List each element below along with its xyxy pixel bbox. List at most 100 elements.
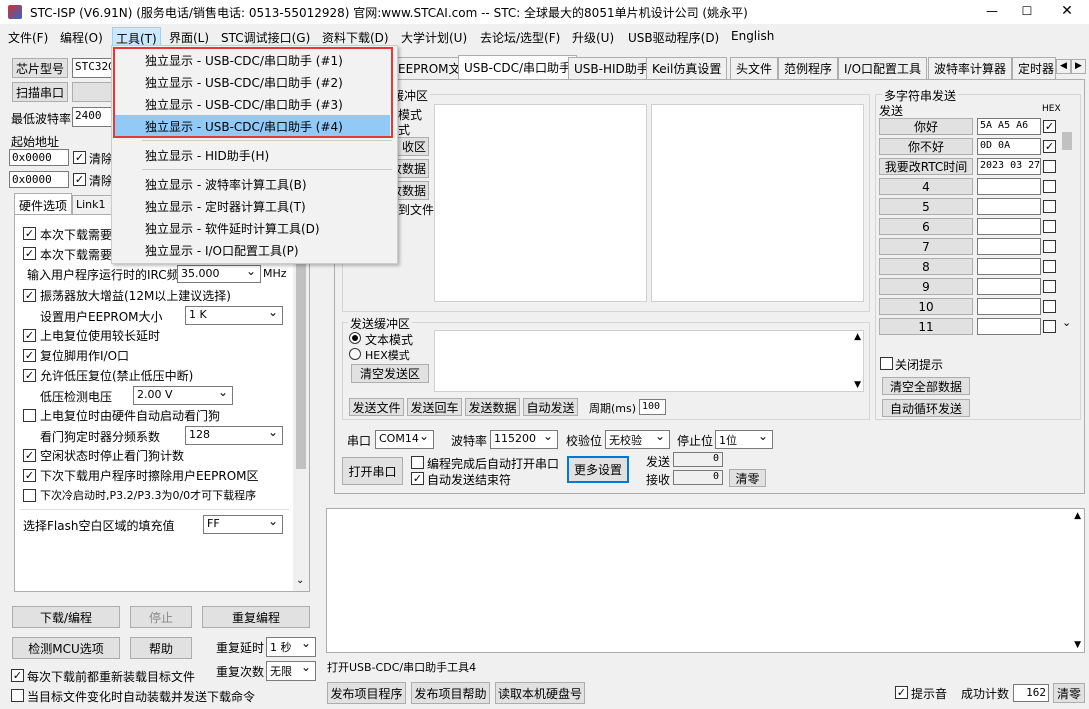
send-enter-button[interactable]: 发送回车 [407,398,462,416]
clear-recv-button[interactable]: 收区 [395,137,429,156]
multi-send-input-2[interactable]: 0D 0A [977,138,1041,155]
multi-send-input-4[interactable] [977,178,1041,195]
multi-send-button-6[interactable]: 6 [879,218,973,235]
menu-download[interactable]: 资料下载(D) [322,29,389,46]
reprogram-button[interactable]: 重复编程 [202,606,310,628]
opt1-checkbox[interactable] [23,227,36,240]
publish-help-button[interactable]: 发布项目帮助 [411,682,490,704]
lvr-checkbox[interactable] [23,369,36,382]
multi-hex-checkbox-1[interactable] [1043,120,1056,133]
multi-send-input-7[interactable] [977,238,1041,255]
multi-hex-checkbox-10[interactable] [1043,300,1056,313]
send-file-button[interactable]: 发送文件 [349,398,404,416]
success-clear-button[interactable]: 清零 [1053,683,1085,703]
irc-select[interactable]: 35.000 [177,265,261,283]
maximize-icon[interactable]: ☐ [1007,0,1047,24]
help-button[interactable]: 帮助 [130,637,192,659]
minimize-icon[interactable]: — [972,0,1012,24]
hw-tab[interactable]: 硬件选项 [14,193,72,215]
send-scroll-up-icon[interactable]: ▲ [854,332,861,342]
chip-model-button[interactable]: 芯片型号 [12,58,68,78]
tab-keil[interactable]: Keil仿真设置 [646,57,728,79]
recv-hex-area[interactable] [651,104,864,302]
download-button[interactable]: 下载/编程 [12,606,120,628]
multi-send-input-6[interactable] [977,218,1041,235]
tab-usb-cdc[interactable]: USB-CDC/串口助手 [458,55,578,79]
clear-send-button[interactable]: 清空发送区 [351,364,429,383]
osc-checkbox[interactable] [23,289,36,302]
multi-hex-checkbox-4[interactable] [1043,180,1056,193]
menu-item-baud-calc[interactable]: 独立显示 - 波特率计算工具(B) [112,173,397,195]
scroll-down-icon[interactable]: ⌄ [296,575,304,586]
menu-forum[interactable]: 去论坛/选型(F) [480,29,560,46]
menu-item-delay-calc[interactable]: 独立显示 - 软件延时计算工具(D) [112,217,397,239]
log-scroll-down-icon[interactable]: ▼ [1074,640,1081,650]
erase-checkbox[interactable] [23,469,36,482]
menu-university[interactable]: 大学计划(U) [401,29,467,46]
text-mode-radio[interactable] [349,332,361,344]
delay-checkbox[interactable] [23,329,36,342]
multi-send-button-1[interactable]: 你好 [879,118,973,135]
multi-send-button-5[interactable]: 5 [879,198,973,215]
idle-wdt-checkbox[interactable] [23,449,36,462]
multi-hex-checkbox-3[interactable] [1043,160,1056,173]
read-disk-button[interactable]: 读取本机硬盘号 [495,682,585,704]
tab-baud-calc[interactable]: 波特率计算器 [928,57,1013,79]
menu-english[interactable]: English [731,29,774,43]
cold-start-checkbox[interactable] [23,489,36,502]
hex-mode-radio[interactable] [349,348,361,360]
start-address-2[interactable]: 0x0000 [9,171,69,188]
stop-bits-select[interactable]: 1位 [715,430,773,449]
wdt-div-select[interactable]: 128 [185,426,283,445]
menu-debug[interactable]: STC调试接口(G) [221,29,310,46]
save-recv-button[interactable]: 收数据 [395,159,429,178]
tab-usb-hid[interactable]: USB-HID助手 [568,57,655,79]
tab-scroll-right-icon[interactable]: ▶ [1071,59,1086,74]
close-tip-checkbox[interactable] [880,357,893,370]
auto-open-checkbox[interactable] [411,456,424,469]
auto-end-checkbox[interactable] [411,472,424,485]
auto-send-button[interactable]: 自动发送 [523,398,578,416]
port-select[interactable]: COM14 [375,430,434,449]
multi-send-button-7[interactable]: 7 [879,238,973,255]
auto-loop-button[interactable]: 自动循环发送 [882,399,970,417]
multi-hex-checkbox-9[interactable] [1043,280,1056,293]
send-text-area[interactable]: ▲ ▼ [434,330,864,392]
stop-button[interactable]: 停止 [130,606,192,628]
close-icon[interactable]: ✕ [1047,0,1087,24]
clear-count-button[interactable]: 清零 [729,469,766,487]
multi-scrollbar[interactable]: ⌄ [1060,116,1074,334]
eeprom-select[interactable]: 1 K [185,306,283,325]
open-port-button[interactable]: 打开串口 [342,457,403,485]
multi-send-input-9[interactable] [977,278,1041,295]
multi-send-input-5[interactable] [977,198,1041,215]
clear-all-button[interactable]: 清空全部数据 [882,377,970,395]
more-settings-button[interactable]: 更多设置 [567,456,629,483]
copy-recv-button[interactable]: 收数据 [395,181,429,200]
output-log[interactable]: ▲ ▼ [326,508,1085,653]
multi-hex-checkbox-7[interactable] [1043,240,1056,253]
multi-send-button-3[interactable]: 我要改RTC时间 [879,158,973,175]
multi-send-button-11[interactable]: 11 [879,318,973,335]
multi-send-input-11[interactable] [977,318,1041,335]
scroll-thumb[interactable] [296,233,306,469]
multi-send-input-8[interactable] [977,258,1041,275]
opt2-checkbox[interactable] [23,247,36,260]
check-mcu-button[interactable]: 检测MCU选项 [12,637,120,659]
clear-2-checkbox[interactable] [73,173,86,186]
publish-program-button[interactable]: 发布项目程序 [327,682,406,704]
multi-send-button-2[interactable]: 你不好 [879,138,973,155]
tab-timer[interactable]: 定时器 [1012,57,1056,79]
reset-io-checkbox[interactable] [23,349,36,362]
multi-send-button-4[interactable]: 4 [879,178,973,195]
hw-options-scrollbar[interactable]: ⌄ [293,215,309,591]
tip-sound-checkbox[interactable] [895,686,908,699]
multi-hex-checkbox-11[interactable] [1043,320,1056,333]
baud-select[interactable]: 115200 [490,430,558,449]
menu-item-hid[interactable]: 独立显示 - HID助手(H) [112,144,397,166]
menu-program[interactable]: 编程(O) [60,29,103,46]
recv-text-area[interactable] [434,104,647,302]
multi-send-input-3[interactable]: 2023 03 27 [977,158,1041,175]
multi-send-input-1[interactable]: 5A A5 A6 [977,118,1041,135]
menu-view[interactable]: 界面(L) [169,29,209,46]
